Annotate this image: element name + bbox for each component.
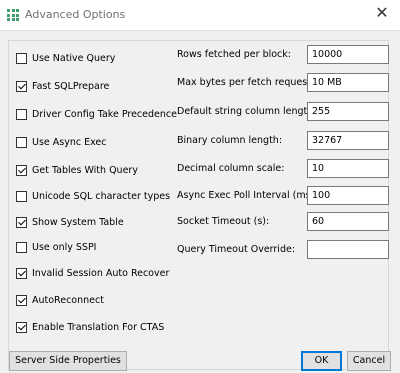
checkbox-use-async-exec[interactable]: Use Async Exec — [16, 135, 107, 149]
checkbox-box[interactable] — [16, 80, 27, 92]
checkbox-box[interactable] — [16, 321, 27, 333]
checkbox-box[interactable] — [16, 267, 27, 279]
decimal-column-scale-input[interactable]: 10 — [307, 159, 389, 178]
max-bytes-label: Max bytes per fetch request: — [177, 77, 315, 88]
checkbox-get-tables-with-query[interactable]: Get Tables With Query — [16, 163, 138, 177]
rows-fetched-label: Rows fetched per block: — [177, 49, 291, 60]
checkbox-label: Use Async Exec — [32, 136, 107, 148]
socket-timeout-label: Socket Timeout (s): — [177, 216, 270, 227]
default-string-length-input[interactable]: 255 — [307, 102, 389, 121]
server-side-properties-button[interactable]: Server Side Properties — [9, 351, 127, 371]
query-timeout-override-label: Query Timeout Override: — [177, 244, 296, 255]
max-bytes-input[interactable]: 10 MB — [307, 73, 389, 92]
checkbox-autoreconnect[interactable]: AutoReconnect — [16, 293, 104, 307]
checkbox-box[interactable] — [16, 136, 27, 148]
checkbox-label: Fast SQLPrepare — [32, 80, 110, 92]
checkbox-unicode-sql-character-types[interactable]: Unicode SQL character types — [16, 189, 170, 203]
cancel-button[interactable]: Cancel — [347, 351, 391, 371]
checkbox-label: Get Tables With Query — [32, 164, 138, 176]
checkbox-label: Driver Config Take Precedence — [32, 108, 177, 120]
binary-column-length-label: Binary column length: — [177, 135, 283, 146]
checkbox-box[interactable] — [16, 294, 27, 306]
checkbox-label: Use only SSPI — [32, 241, 97, 253]
socket-timeout-input[interactable]: 60 — [307, 212, 389, 231]
checkbox-label: Invalid Session Auto Recover — [32, 267, 170, 279]
binary-column-length-input[interactable]: 32767 — [307, 131, 389, 150]
checkbox-label: Show System Table — [32, 216, 124, 228]
checkbox-label: AutoReconnect — [32, 294, 104, 306]
checkbox-box[interactable] — [16, 108, 27, 120]
checkbox-use-only-sspi[interactable]: Use only SSPI — [16, 240, 96, 254]
checkbox-label: Use Native Query — [32, 52, 116, 64]
checkbox-label: Enable Translation For CTAS — [32, 321, 165, 333]
decimal-column-scale-label: Decimal column scale: — [177, 163, 285, 174]
checkbox-box[interactable] — [16, 190, 27, 202]
async-poll-interval-label: Async Exec Poll Interval (ms): — [177, 190, 318, 201]
default-string-length-label: Default string column length: — [177, 106, 317, 117]
checkbox-driver-config-take-precedence[interactable]: Driver Config Take Precedence — [16, 107, 177, 121]
checkbox-enable-translation-for-ctas[interactable]: Enable Translation For CTAS — [16, 320, 164, 334]
title-bar: Advanced Options ✕ — [0, 0, 400, 30]
checkbox-label: Unicode SQL character types — [32, 190, 171, 202]
close-icon[interactable]: ✕ — [374, 5, 390, 21]
dialog-body: Use Native Query Fast SQLPrepare Driver … — [0, 30, 400, 373]
query-timeout-override-input[interactable] — [307, 240, 389, 259]
checkbox-box[interactable] — [16, 216, 27, 228]
rows-fetched-input[interactable]: 10000 — [307, 45, 389, 64]
checkbox-use-native-query[interactable]: Use Native Query — [16, 51, 115, 65]
checkbox-box[interactable] — [16, 164, 27, 176]
window-title: Advanced Options — [25, 8, 126, 21]
checkbox-fast-sqlprepare[interactable]: Fast SQLPrepare — [16, 79, 109, 93]
grid-app-icon — [7, 9, 19, 21]
checkbox-box[interactable] — [16, 241, 27, 253]
checkbox-invalid-session-auto-recover[interactable]: Invalid Session Auto Recover — [16, 266, 169, 280]
async-poll-interval-input[interactable]: 100 — [307, 186, 389, 205]
checkbox-box[interactable] — [16, 52, 27, 64]
ok-button[interactable]: OK — [301, 351, 342, 371]
checkbox-show-system-table[interactable]: Show System Table — [16, 215, 124, 229]
